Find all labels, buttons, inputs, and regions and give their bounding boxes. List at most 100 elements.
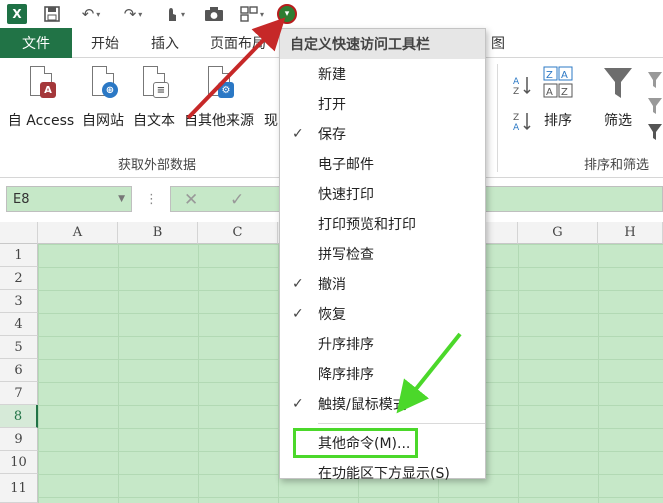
sort-ascending-icon[interactable]: AZ — [512, 74, 534, 100]
svg-text:A: A — [561, 70, 568, 81]
menu-item-more-commands[interactable]: 其他命令(M)... — [280, 428, 485, 458]
sort-button[interactable]: ZAAZ 排序 — [538, 64, 578, 130]
menu-item-label: 触摸/鼠标模式 — [318, 397, 407, 413]
save-icon[interactable] — [40, 3, 64, 25]
chevron-down-icon: ▼ — [118, 194, 125, 204]
menu-item[interactable]: 快速打印 — [280, 179, 485, 209]
svg-text:A: A — [513, 123, 520, 132]
existing-connections-button[interactable]: 现 — [264, 64, 278, 130]
web-icon: ⊕ — [86, 64, 120, 104]
from-other-sources-label: 自其他来源 — [184, 113, 254, 129]
more-commands-label: 其他命令(M)... — [318, 436, 411, 452]
check-icon: ✓ — [292, 396, 304, 412]
tab-file[interactable]: 文件 — [0, 28, 72, 58]
menu-separator — [318, 423, 485, 424]
row-header-5[interactable]: 5 — [0, 336, 38, 359]
menu-item[interactable]: ✓ 恢复 — [280, 299, 485, 329]
check-icon: ✓ — [292, 306, 304, 322]
row-header-10[interactable]: 10 — [0, 451, 38, 474]
svg-text:Z: Z — [546, 70, 553, 81]
svg-text:Z: Z — [513, 113, 519, 123]
row-header-4[interactable]: 4 — [0, 313, 38, 336]
name-box[interactable]: E8 ▼ — [6, 186, 132, 212]
column-header-b[interactable]: B — [118, 222, 198, 244]
from-web-button[interactable]: ⊕ 自网站 — [78, 64, 128, 130]
filter-label: 筛选 — [604, 113, 632, 129]
from-text-label: 自文本 — [133, 113, 175, 129]
cancel-icon[interactable]: ✕ — [184, 190, 198, 210]
menu-item[interactable]: ✓ 触摸/鼠标模式 — [280, 389, 485, 419]
row-header-3[interactable]: 3 — [0, 290, 38, 313]
svg-text:Z: Z — [513, 87, 519, 96]
menu-item-label: 打印预览和打印 — [318, 217, 416, 233]
select-all-corner[interactable] — [0, 222, 38, 244]
show-below-label: 在功能区下方显示(S) — [318, 466, 450, 482]
menu-item-label: 升序排序 — [318, 337, 374, 353]
filter-button[interactable]: 筛选 — [598, 64, 638, 130]
menu-item-label: 保存 — [318, 127, 346, 143]
group-get-external-data: 获取外部数据 — [118, 158, 197, 173]
row-header-6[interactable]: 6 — [0, 359, 38, 382]
customize-qat-menu: 自定义快速访问工具栏 新建 打开 ✓ 保存 电子邮件 快速打印 打印预览和打印 拼写检查 ✓ 撤消… — [279, 28, 486, 482]
from-access-button[interactable]: A 自 Access — [6, 64, 76, 130]
filter-icon — [601, 64, 635, 104]
camera-icon[interactable] — [202, 3, 226, 25]
menu-item[interactable]: 降序排序 — [280, 359, 485, 389]
tab-insert[interactable]: 插入 — [140, 28, 190, 58]
menu-item-label: 新建 — [318, 67, 346, 83]
menu-item[interactable]: ✓ 撤消 — [280, 269, 485, 299]
access-icon: A — [24, 64, 58, 104]
column-header-g[interactable]: G — [518, 222, 598, 244]
from-other-sources-button[interactable]: ⚙ 自其他来源 — [180, 64, 258, 130]
group-sort-filter: 排序和筛选 — [584, 158, 650, 173]
excel-logo-icon: X — [6, 3, 28, 25]
menu-item-show-below-ribbon[interactable]: 在功能区下方显示(S) — [280, 458, 485, 488]
menu-item[interactable]: 拼写检查 — [280, 239, 485, 269]
menu-item[interactable]: 新建 — [280, 59, 485, 89]
row-header-9[interactable]: 9 — [0, 428, 38, 451]
menu-item[interactable]: 打印预览和打印 — [280, 209, 485, 239]
menu-item-label: 降序排序 — [318, 367, 374, 383]
column-header-h[interactable]: H — [598, 222, 663, 244]
menu-item[interactable]: 升序排序 — [280, 329, 485, 359]
row-header-8[interactable]: 8 — [0, 405, 38, 428]
menu-item[interactable]: 电子邮件 — [280, 149, 485, 179]
menu-item[interactable]: 打开 — [280, 89, 485, 119]
svg-text:A: A — [513, 77, 520, 87]
formula-bar-grip[interactable]: ⋮ — [145, 192, 158, 207]
menu-item-label: 撤消 — [318, 277, 346, 293]
other-sources-icon: ⚙ — [202, 64, 236, 104]
tab-page-layout[interactable]: 页面布局 — [200, 28, 276, 58]
ribbon-divider — [497, 64, 498, 172]
enter-icon[interactable]: ✓ — [230, 190, 244, 210]
svg-text:Z: Z — [561, 87, 568, 98]
existing-connections-label: 现 — [264, 113, 278, 129]
menu-item-label: 快速打印 — [318, 187, 374, 203]
row-header-1[interactable]: 1 — [0, 244, 38, 267]
row-header-2[interactable]: 2 — [0, 267, 38, 290]
name-box-value: E8 — [13, 191, 30, 207]
menu-item-label: 打开 — [318, 97, 346, 113]
tab-home[interactable]: 开始 — [80, 28, 130, 58]
from-text-button[interactable]: ≡ 自文本 — [130, 64, 178, 130]
column-header-c[interactable]: C — [198, 222, 278, 244]
menu-item-label: 电子邮件 — [318, 157, 374, 173]
undo-icon[interactable]: ↶ ▾ — [76, 3, 106, 25]
row-header-7[interactable]: 7 — [0, 382, 38, 405]
menu-item[interactable]: ✓ 保存 — [280, 119, 485, 149]
customize-qat-icon[interactable]: ▾ — [277, 4, 297, 24]
from-web-label: 自网站 — [82, 113, 124, 129]
sort-label: 排序 — [544, 113, 572, 129]
column-header-a[interactable]: A — [38, 222, 118, 244]
check-icon: ✓ — [292, 126, 304, 142]
sort-descending-icon[interactable]: ZA — [512, 110, 534, 136]
excel-logo-letter: X — [7, 4, 27, 24]
clear-reapply-advanced-icons[interactable] — [646, 68, 663, 148]
redo-icon[interactable]: ↷ ▾ — [118, 3, 148, 25]
quick-access-toolbar: X ↶ ▾ ↷ ▾ ▾ ▾ ▾ — [0, 0, 663, 28]
tab-view[interactable]: 图 — [486, 28, 510, 58]
touch-mode-icon[interactable]: ▾ — [160, 3, 188, 25]
text-file-icon: ≡ — [137, 64, 171, 104]
row-header-11[interactable]: 11 — [0, 474, 38, 503]
form-icon[interactable]: ▾ — [236, 3, 268, 25]
